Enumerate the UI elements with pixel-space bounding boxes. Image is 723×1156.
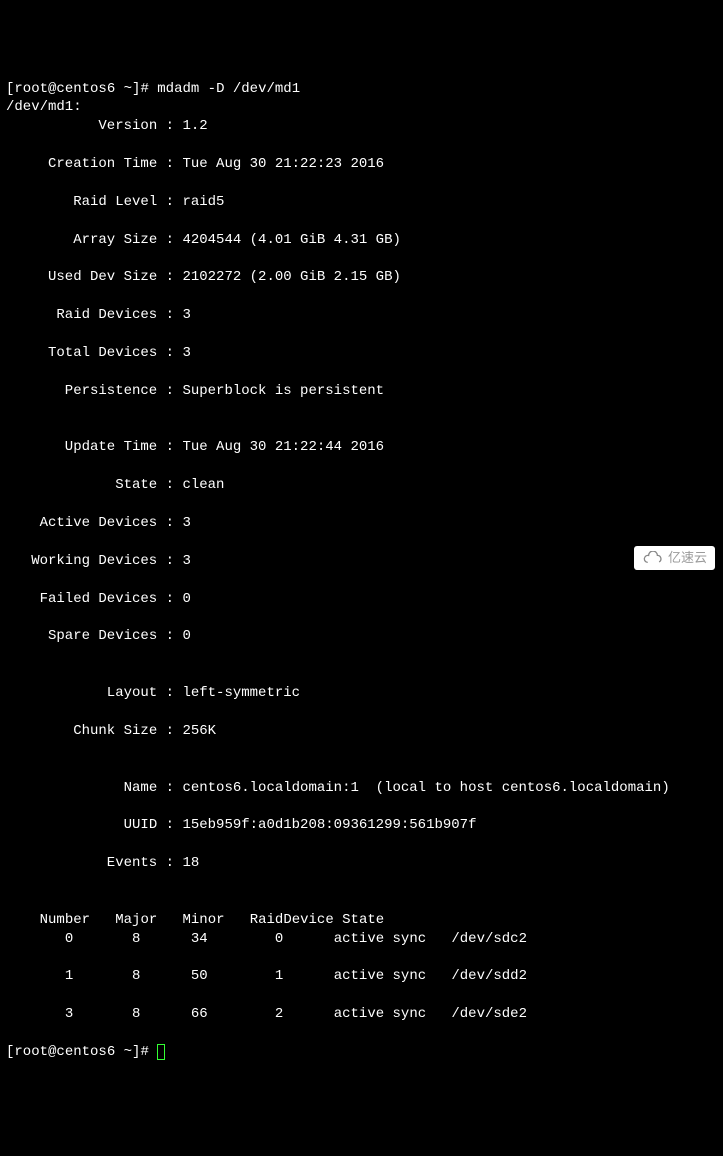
watermark: 亿速云 [634, 546, 715, 570]
field-value: centos6.localdomain:1 (local to host cen… [182, 780, 669, 796]
prompt-host: centos6 [56, 81, 115, 97]
field-active-devices: Active Devices : 3 [6, 514, 717, 533]
table-header: Number Major Minor RaidDevice State [6, 912, 384, 928]
cloud-icon [642, 551, 664, 565]
field-value: 15eb959f:a0d1b208:09361299:561b907f [182, 817, 476, 833]
field-label: Array Size [6, 231, 157, 250]
prompt-dir: ~ [124, 81, 132, 97]
field-creation-time: Creation Time : Tue Aug 30 21:22:23 2016 [6, 155, 717, 174]
field-value: Tue Aug 30 21:22:44 2016 [182, 439, 384, 455]
device-table: Number Major Minor RaidDevice State 0 8 … [6, 912, 717, 1024]
field-spare-devices: Spare Devices : 0 [6, 627, 717, 646]
field-label: Chunk Size [6, 722, 157, 741]
field-raid-devices: Raid Devices : 3 [6, 306, 717, 325]
field-label: Spare Devices [6, 627, 157, 646]
field-label: Layout [6, 684, 157, 703]
prompt-dir: ~ [124, 1044, 132, 1060]
field-label: Persistence [6, 382, 157, 401]
field-value: left-symmetric [182, 685, 300, 701]
field-uuid: UUID : 15eb959f:a0d1b208:09361299:561b90… [6, 816, 717, 835]
field-value: 3 [182, 553, 190, 569]
field-value: 18 [182, 855, 199, 871]
field-events: Events : 18 [6, 854, 717, 873]
field-label: Creation Time [6, 155, 157, 174]
field-label: Total Devices [6, 344, 157, 363]
field-label: Working Devices [6, 552, 157, 571]
prompt-user: root [14, 1044, 48, 1060]
field-value: 2102272 (2.00 GiB 2.15 GB) [182, 269, 400, 285]
field-failed-devices: Failed Devices : 0 [6, 590, 717, 609]
field-value: clean [182, 477, 224, 493]
field-layout: Layout : left-symmetric [6, 684, 717, 703]
prompt-host: centos6 [56, 1044, 115, 1060]
field-value: 256K [182, 723, 216, 739]
field-value: 3 [182, 515, 190, 531]
field-label: Version [6, 117, 157, 136]
field-label: Raid Level [6, 193, 157, 212]
field-value: raid5 [182, 194, 224, 210]
field-value: 0 [182, 591, 190, 607]
device-path: /dev/md1: [6, 99, 82, 115]
col-number: Number [40, 912, 90, 928]
command: mdadm -D /dev/md1 [157, 81, 300, 97]
field-value: 4204544 (4.01 GiB 4.31 GB) [182, 232, 400, 248]
prompt-line[interactable]: [root@centos6 ~]# mdadm -D /dev/md1 [6, 81, 300, 97]
field-value: 1.2 [182, 118, 207, 134]
field-value: 3 [182, 307, 190, 323]
table-row: 3 8 66 2 active sync /dev/sde2 [6, 1005, 717, 1024]
prompt-line[interactable]: [root@centos6 ~]# [6, 1044, 165, 1060]
table-row: 1 8 50 1 active sync /dev/sdd2 [6, 967, 717, 986]
field-update-time: Update Time : Tue Aug 30 21:22:44 2016 [6, 438, 717, 457]
field-working-devices: Working Devices : 3 [6, 552, 717, 571]
field-value: 3 [182, 345, 190, 361]
field-label: Name [6, 779, 157, 798]
field-persistence: Persistence : Superblock is persistent [6, 382, 717, 401]
col-state: State [342, 912, 384, 928]
field-label: Update Time [6, 438, 157, 457]
field-label: Raid Devices [6, 306, 157, 325]
col-major: Major [115, 912, 157, 928]
field-array-size: Array Size : 4204544 (4.01 GiB 4.31 GB) [6, 231, 717, 250]
field-label: Used Dev Size [6, 268, 157, 287]
col-raid-device: RaidDevice [250, 912, 334, 928]
field-state: State : clean [6, 476, 717, 495]
field-value: 0 [182, 628, 190, 644]
field-chunk-size: Chunk Size : 256K [6, 722, 717, 741]
field-name: Name : centos6.localdomain:1 (local to h… [6, 779, 717, 798]
field-version: Version : 1.2 [6, 117, 717, 136]
table-row: 0 8 34 0 active sync /dev/sdc2 [6, 930, 717, 949]
field-label: Events [6, 854, 157, 873]
field-used-dev-size: Used Dev Size : 2102272 (2.00 GiB 2.15 G… [6, 268, 717, 287]
col-minor: Minor [182, 912, 224, 928]
field-label: Failed Devices [6, 590, 157, 609]
field-label: State [6, 476, 157, 495]
field-value: Tue Aug 30 21:22:23 2016 [182, 156, 384, 172]
prompt-user: root [14, 81, 48, 97]
field-raid-level: Raid Level : raid5 [6, 193, 717, 212]
field-label: Active Devices [6, 514, 157, 533]
field-label: UUID [6, 816, 157, 835]
cursor [157, 1044, 165, 1060]
watermark-text: 亿速云 [668, 549, 707, 567]
field-total-devices: Total Devices : 3 [6, 344, 717, 363]
field-value: Superblock is persistent [182, 383, 384, 399]
